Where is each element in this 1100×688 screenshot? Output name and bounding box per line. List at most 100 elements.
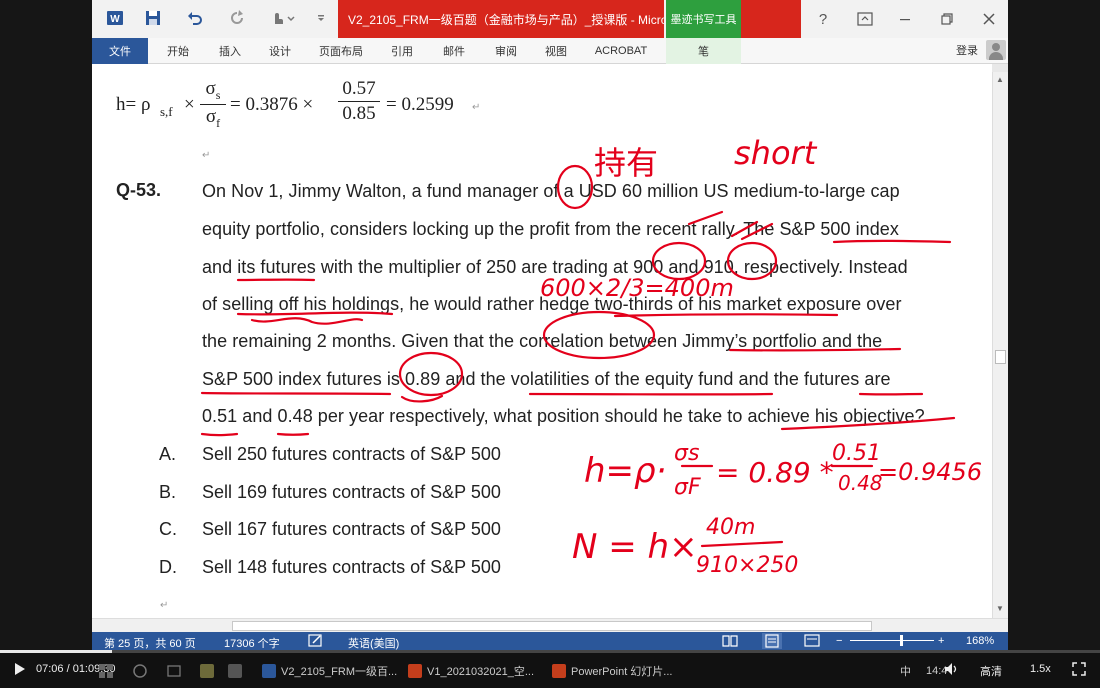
taskbar-explorer-icon[interactable] (200, 657, 219, 685)
scroll-down-icon[interactable]: ▼ (996, 604, 1004, 613)
ink-n-den: 910×250 (696, 553, 798, 578)
print-layout-icon[interactable] (762, 633, 782, 649)
quality-button[interactable]: 高清 (980, 663, 1002, 679)
touch-mode-icon[interactable] (268, 8, 298, 28)
zoom-out-icon[interactable]: − (836, 635, 842, 647)
minimize-icon[interactable] (892, 7, 918, 31)
taskbar-item[interactable]: PowerPoint 幻灯片... (552, 657, 672, 685)
play-icon[interactable] (14, 662, 26, 679)
tab-acrobat[interactable]: ACROBAT (588, 38, 654, 64)
tab-home[interactable]: 开始 (156, 38, 200, 64)
ink-wavy-holdings (250, 317, 364, 325)
fullscreen-icon[interactable] (1072, 662, 1086, 679)
formula-lhs: h= ρ (116, 94, 151, 115)
sign-in-link[interactable]: 登录 (956, 42, 978, 58)
ink-hedge-mid: = 0.89 * (716, 456, 834, 489)
proofing-icon[interactable] (308, 634, 324, 650)
question-line: On Nov 1, Jimmy Walton, a fund manager o… (202, 181, 900, 201)
page-count[interactable]: 第 25 页，共 60 页 (104, 635, 196, 651)
ink-underline-051 (200, 432, 239, 437)
status-bar: 第 25 页，共 60 页 17306 个字 英语(美国) − + 168% (92, 632, 1008, 650)
taskbar-item[interactable]: V2_2105_FRM一级百... (262, 657, 397, 685)
taskbar-taskview-icon[interactable] (166, 657, 182, 685)
tab-references[interactable]: 引用 (382, 38, 422, 64)
word-window: W V2_2105_FRM一级百题（金融市场与产品）_授课版 - Micro..… (92, 0, 1008, 650)
read-mode-icon[interactable] (722, 634, 738, 650)
restore-icon[interactable] (934, 7, 960, 31)
pilcrow: ↵ (472, 102, 481, 113)
taskbar-item[interactable]: V1_2021032021_空... (408, 657, 534, 685)
zoom-slider[interactable] (850, 640, 934, 641)
title-bar: W V2_2105_FRM一级百题（金融市场与产品）_授课版 - Micro..… (92, 0, 1008, 38)
tab-pen[interactable]: 笔 (666, 38, 741, 64)
close-icon[interactable] (976, 7, 1002, 31)
help-button[interactable]: ? (810, 7, 836, 31)
zoom-slider-thumb[interactable] (900, 635, 903, 646)
word-icon (262, 664, 276, 678)
taskbar-browser-icon[interactable] (228, 657, 247, 685)
word-app-icon: W (104, 8, 126, 28)
scroll-thumb[interactable] (995, 350, 1006, 364)
undo-icon[interactable] (184, 8, 206, 28)
horizontal-scrollbar[interactable] (92, 618, 1008, 632)
question-line: 0.51 and 0.48 per year respectively, wha… (202, 406, 925, 426)
ink-frac-bar-3 (700, 540, 784, 548)
powerpoint-icon (408, 664, 422, 678)
scroll-up-icon[interactable]: ▲ (996, 75, 1004, 84)
ink-n-num: 40m (706, 515, 755, 540)
svg-text:W: W (110, 14, 120, 25)
question-line: of selling off his holdings, he would ra… (202, 294, 902, 314)
zoom-level[interactable]: 168% (966, 635, 994, 647)
option-b-text: Sell 169 futures contracts of S&P 500 (202, 482, 501, 502)
web-layout-icon[interactable] (804, 634, 820, 650)
tab-file[interactable]: 文件 (92, 38, 148, 64)
formula-frac-values: 0.57 0.85 (338, 78, 380, 125)
formula-eq1: = 0.3876 × (230, 94, 314, 115)
option-letter-d: D. (159, 557, 177, 577)
ink-tools-context-title: 墨迹书写工具 (666, 0, 741, 38)
tab-page-layout[interactable]: 页面布局 (310, 38, 372, 64)
tab-view[interactable]: 视图 (534, 38, 578, 64)
language[interactable]: 英语(美国) (348, 635, 399, 651)
taskbar-start-icon[interactable] (98, 657, 114, 685)
ink-note-short: short (734, 134, 818, 172)
powerpoint-icon (552, 664, 566, 678)
ink-hedge-sigma-f: σF (674, 475, 701, 500)
ink-underline-sp500-futures (200, 391, 392, 396)
taskbar-search-icon[interactable] (132, 657, 148, 685)
customize-toolbar-icon[interactable] (310, 8, 332, 28)
option-letter-c: C. (159, 519, 177, 539)
avatar[interactable] (986, 40, 1006, 60)
question-line: and its futures with the multiplier of 2… (202, 257, 908, 277)
ribbon-display-options-icon[interactable] (852, 7, 878, 31)
letterbox-right (1008, 0, 1100, 650)
question-line: S&P 500 index futures is 0.89 and the vo… (202, 369, 891, 389)
speed-button[interactable]: 1.5x (1030, 663, 1051, 675)
zoom-in-icon[interactable]: + (938, 635, 944, 647)
redo-icon[interactable] (226, 8, 248, 28)
h-scroll-thumb[interactable] (232, 621, 872, 631)
ink-hedge-result: =0.9456 (878, 458, 982, 486)
ink-hedge-h: h=ρ· (584, 451, 666, 491)
pilcrow: ↵ (202, 150, 211, 161)
video-progress[interactable] (0, 650, 1100, 653)
ime-indicator[interactable]: 中 (900, 657, 911, 685)
volume-icon[interactable] (944, 662, 958, 679)
save-icon[interactable] (142, 8, 164, 28)
formula-lhs-sub: s,f (160, 104, 173, 119)
option-c-text: Sell 167 futures contracts of S&P 500 (202, 519, 501, 539)
tab-mailings[interactable]: 邮件 (432, 38, 476, 64)
tab-insert[interactable]: 插入 (208, 38, 252, 64)
option-letter-a: A. (159, 444, 177, 464)
formula-frac-sigma: σs σf (200, 78, 226, 131)
tab-design[interactable]: 设计 (258, 38, 302, 64)
vertical-scrollbar[interactable]: ▲ ▼ (992, 72, 1008, 618)
ink-underline-048 (276, 432, 310, 436)
pilcrow: ↵ (160, 600, 169, 611)
word-count[interactable]: 17306 个字 (224, 635, 280, 651)
question-line: equity portfolio, considers locking up t… (202, 219, 899, 239)
tab-review[interactable]: 审阅 (484, 38, 528, 64)
question-number: Q-53. (116, 180, 162, 200)
ink-hedge-num: 0.51 (832, 441, 881, 466)
document-page[interactable]: h= ρ s,f × σs σf = 0.3876 × 0.57 0.85 = … (92, 64, 992, 618)
